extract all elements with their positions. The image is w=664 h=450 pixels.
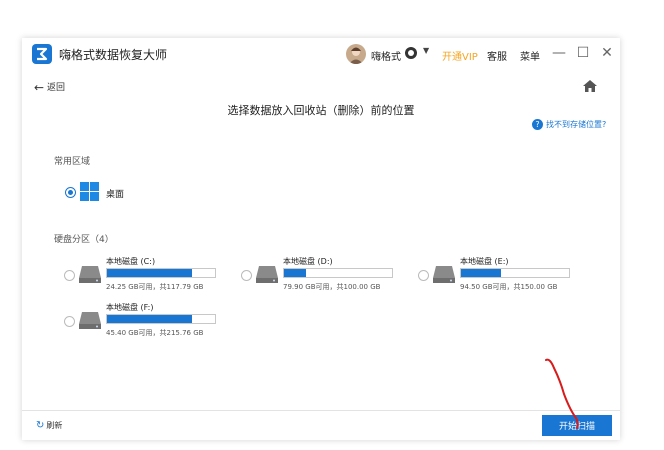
open-vip-link[interactable]: 开通VIP: [442, 48, 478, 63]
drive-icon: [432, 264, 456, 284]
disk-size: 94.50 GB可用，共150.00 GB: [460, 283, 558, 291]
refresh-button[interactable]: ↻ 刷新: [36, 420, 62, 431]
disk-name: 本地磁盘 (F:): [106, 303, 154, 312]
disk-size: 79.90 GB可用，共100.00 GB: [283, 283, 381, 291]
help-link[interactable]: ? 找不到存储位置?: [532, 119, 606, 130]
disk-item[interactable]: 本地磁盘 (D:) 79.90 GB可用，共100.00 GB: [241, 256, 411, 300]
disk-usage-fill: [284, 269, 306, 277]
refresh-icon: ↻: [36, 420, 45, 431]
back-label: 返回: [46, 83, 65, 93]
drive-icon: [78, 264, 102, 284]
app-window: 嗨格式数据恢复大师 嗨格式 ▼ 开通VIP 客服 菜单 — ☐ ✕ ← 返回 选…: [22, 38, 620, 440]
desktop-label[interactable]: 桌面: [106, 187, 124, 200]
title-bar: 嗨格式数据恢复大师 嗨格式 ▼ 开通VIP 客服 菜单 — ☐ ✕: [22, 38, 620, 70]
disk-item[interactable]: 本地磁盘 (F:) 45.40 GB可用，共215.76 GB: [64, 302, 234, 346]
back-arrow-icon: ←: [34, 80, 45, 95]
page-title: 选择数据放入回收站（删除）前的位置: [227, 104, 415, 117]
disk-usage-fill: [461, 269, 501, 277]
disk-radio[interactable]: [64, 270, 75, 281]
disk-size: 24.25 GB可用，共117.79 GB: [106, 283, 204, 291]
disk-usage-bar: [283, 268, 393, 278]
desktop-radio[interactable]: [65, 187, 76, 198]
username[interactable]: 嗨格式: [371, 48, 401, 63]
common-section-label: 常用区域: [54, 157, 91, 167]
disk-usage-bar: [106, 314, 216, 324]
menu-button[interactable]: 菜单: [520, 48, 540, 63]
refresh-label: 刷新: [46, 421, 63, 430]
disk-radio[interactable]: [64, 316, 75, 327]
help-icon: ?: [532, 119, 543, 130]
disk-radio[interactable]: [241, 270, 252, 281]
disk-name: 本地磁盘 (E:): [460, 257, 509, 266]
badge-icon: [405, 47, 417, 59]
maximize-icon[interactable]: ☐: [574, 44, 592, 62]
disk-name: 本地磁盘 (D:): [283, 257, 333, 266]
disk-usage-bar: [106, 268, 216, 278]
disk-size: 45.40 GB可用，共215.76 GB: [106, 329, 204, 337]
customer-service-link[interactable]: 客服: [487, 48, 507, 63]
windows-logo-icon: [80, 182, 100, 202]
disk-usage-fill: [107, 269, 193, 277]
disk-usage-bar: [460, 268, 570, 278]
disk-item[interactable]: 本地磁盘 (C:) 24.25 GB可用，共117.79 GB: [64, 256, 234, 300]
home-icon[interactable]: [582, 78, 598, 92]
avatar[interactable]: [346, 44, 366, 64]
back-button[interactable]: ← 返回: [34, 80, 65, 95]
footer-divider: [22, 410, 620, 411]
drive-icon: [255, 264, 279, 284]
red-annotation-stroke: [545, 358, 579, 429]
disks-section-label: 硬盘分区（4）: [54, 235, 114, 245]
close-icon[interactable]: ✕: [598, 44, 616, 62]
help-label: 找不到存储位置?: [546, 120, 607, 129]
disk-usage-fill: [107, 315, 193, 323]
disk-name: 本地磁盘 (C:): [106, 257, 156, 266]
chevron-down-icon[interactable]: ▼: [423, 46, 429, 55]
drive-icon: [78, 310, 102, 330]
disk-item[interactable]: 本地磁盘 (E:) 94.50 GB可用，共150.00 GB: [418, 256, 588, 300]
app-title: 嗨格式数据恢复大师: [59, 48, 168, 62]
minimize-icon[interactable]: —: [550, 44, 568, 62]
logo-icon: [32, 44, 52, 64]
disk-radio[interactable]: [418, 270, 429, 281]
